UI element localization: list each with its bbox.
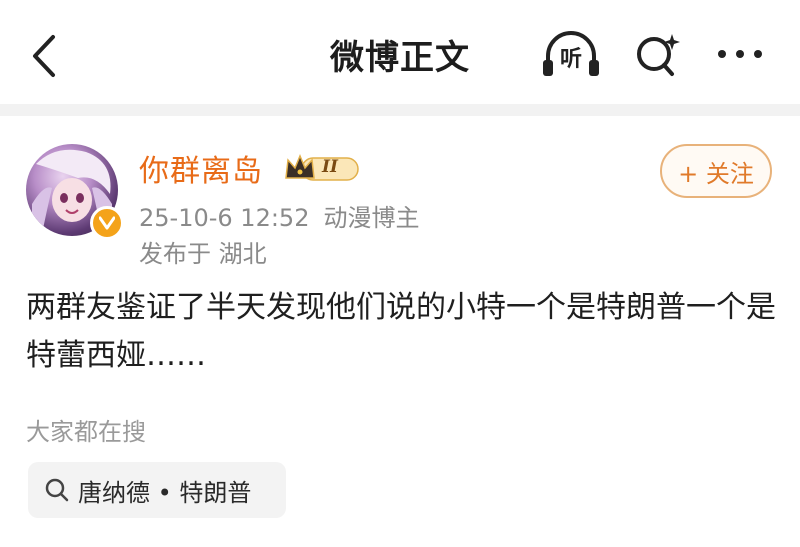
vip-level-badge: II xyxy=(282,150,362,184)
post-location: 发布于 湖北 xyxy=(139,240,267,268)
post-timestamp: 25-10-6 12:52 xyxy=(139,204,310,232)
follow-button[interactable]: + 关注 xyxy=(660,144,772,198)
author-avatar[interactable] xyxy=(26,144,124,240)
post-text: 两群友鉴证了半天发现他们说的小特一个是特朗普一个是特蕾西娅…… xyxy=(26,290,776,373)
author-role: 动漫博主 xyxy=(323,204,420,232)
vip-level-text: II xyxy=(322,157,338,177)
search-sparkle-icon xyxy=(637,34,680,76)
more-dots-icon xyxy=(718,50,762,58)
listen-button[interactable]: 听 xyxy=(540,30,602,80)
trending-search-chip-label: 唐纳德 • 特朗普 xyxy=(78,478,252,507)
trending-search-chip[interactable]: 唐纳德 • 特朗普 xyxy=(28,462,286,518)
listen-label: 听 xyxy=(559,47,582,72)
verified-badge-icon xyxy=(90,206,124,240)
search-button[interactable] xyxy=(632,30,684,80)
top-navigation-bar: 微博正文 听 xyxy=(0,0,800,104)
trending-search-title: 大家都在搜 xyxy=(26,418,146,446)
search-icon xyxy=(45,478,69,502)
author-name[interactable]: 你群离岛 xyxy=(139,146,263,190)
section-divider xyxy=(0,104,800,116)
post-meta: 25-10-6 12:52 动漫博主 xyxy=(139,198,419,233)
more-options-button[interactable] xyxy=(712,34,772,74)
